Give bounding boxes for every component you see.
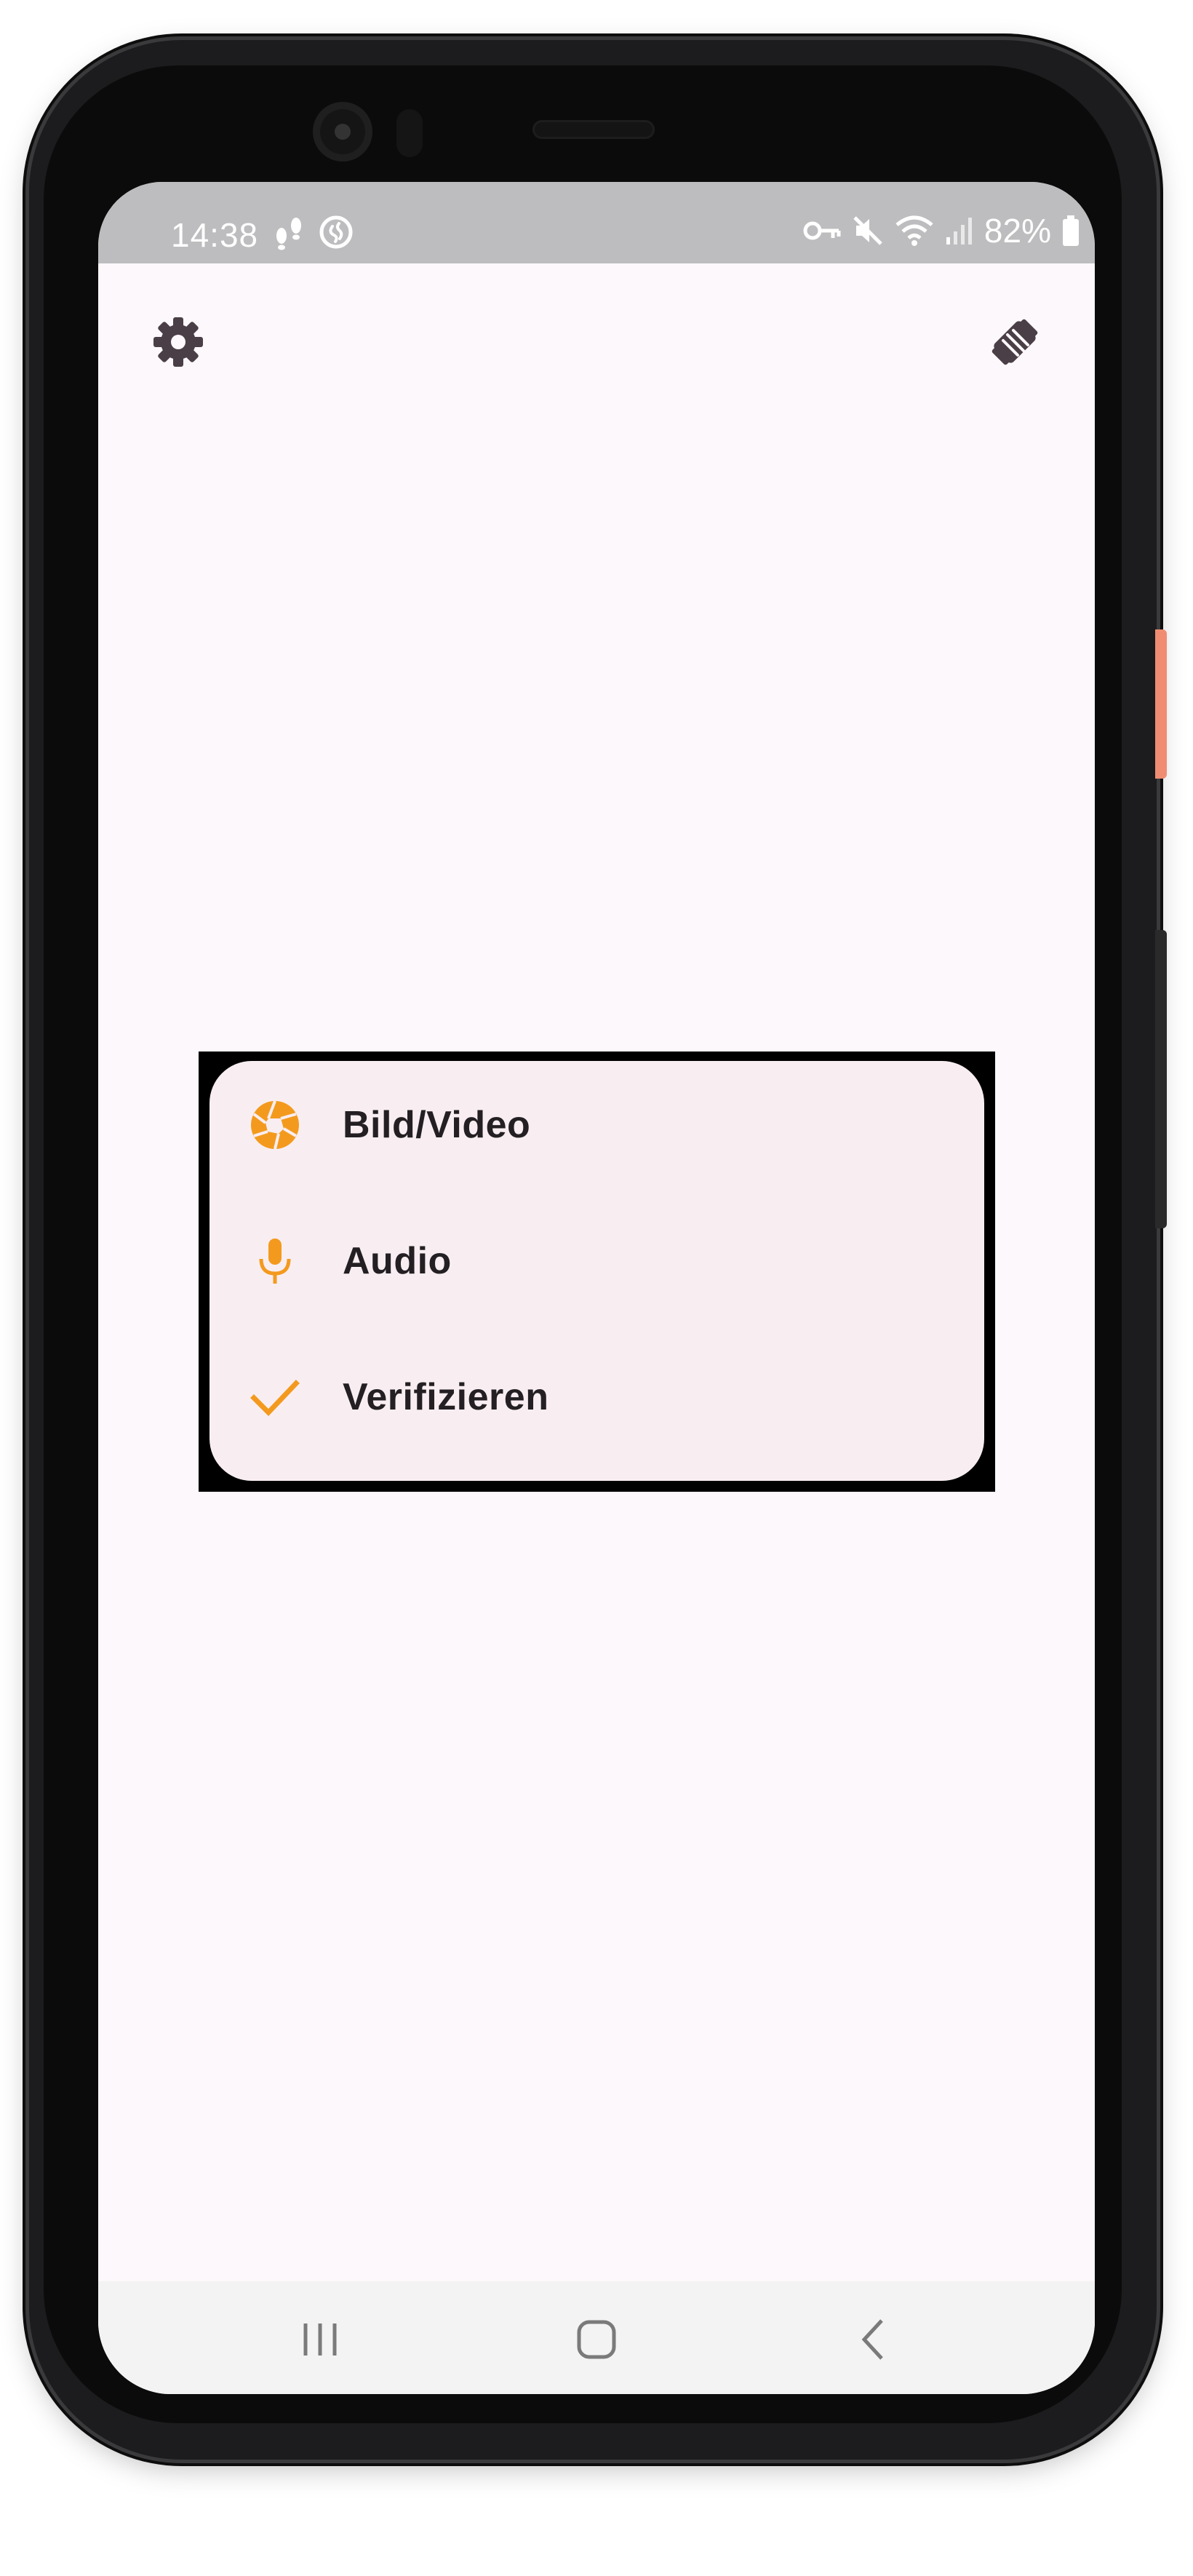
volume-button bbox=[1155, 930, 1167, 1228]
menu-item-label: Verifizieren bbox=[343, 1376, 549, 1418]
menu-item-audio[interactable]: Audio bbox=[210, 1206, 984, 1316]
signal-icon bbox=[946, 218, 972, 245]
front-camera bbox=[313, 102, 372, 162]
mute-icon bbox=[853, 216, 882, 245]
system-nav-bar bbox=[98, 2281, 1095, 2394]
menu-item-bild-video[interactable]: Bild/Video bbox=[210, 1070, 984, 1180]
battery-level: 82% bbox=[983, 212, 1051, 250]
shazam-icon bbox=[319, 215, 353, 249]
wifi-icon bbox=[895, 215, 933, 246]
attachment-menu: Bild/Video Audio Verifizieren bbox=[210, 1061, 984, 1481]
battery-icon bbox=[1063, 215, 1079, 246]
handshake-icon[interactable] bbox=[986, 313, 1044, 371]
attachment-menu-frame: Bild/Video Audio Verifizieren bbox=[199, 1052, 995, 1492]
menu-item-label: Audio bbox=[343, 1240, 452, 1282]
footsteps-icon bbox=[276, 218, 301, 250]
recents-icon[interactable] bbox=[291, 2310, 349, 2369]
proximity-sensor bbox=[396, 109, 423, 157]
status-time: 14:38 bbox=[171, 216, 259, 254]
settings-gear-icon[interactable] bbox=[149, 313, 207, 371]
app-screen: 14:38 82% Bild/Video Audio Verifizieren bbox=[98, 182, 1095, 2394]
checkmark-icon bbox=[250, 1372, 300, 1423]
back-icon[interactable] bbox=[844, 2310, 902, 2369]
status-bar: 14:38 82% bbox=[98, 182, 1095, 263]
power-button bbox=[1155, 629, 1167, 779]
earpiece-speaker bbox=[532, 120, 655, 139]
status-right-icons: 82% bbox=[802, 214, 1080, 247]
home-icon[interactable] bbox=[567, 2310, 626, 2369]
vpn-key-icon bbox=[803, 221, 841, 240]
menu-item-verifizieren[interactable]: Verifizieren bbox=[210, 1343, 984, 1452]
camera-shutter-icon bbox=[250, 1100, 300, 1150]
page: 14:38 82% Bild/Video Audio Verifizieren bbox=[0, 0, 1193, 2576]
microphone-icon bbox=[250, 1236, 300, 1287]
status-left-icons bbox=[273, 214, 353, 250]
menu-item-label: Bild/Video bbox=[343, 1104, 531, 1146]
